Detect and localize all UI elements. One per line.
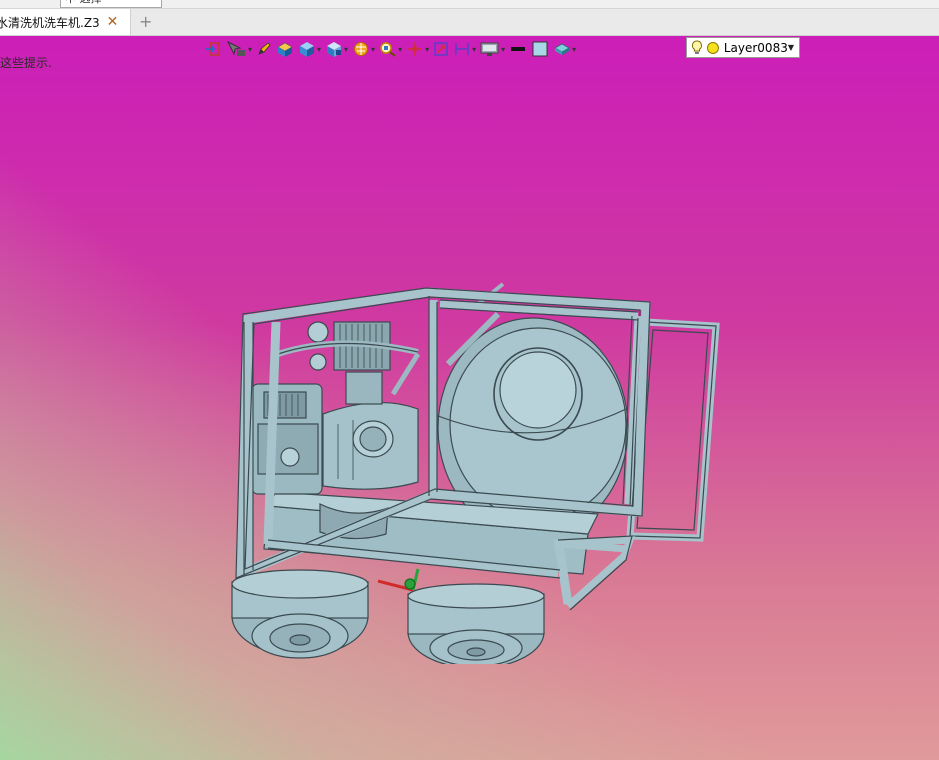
chevron-down-icon[interactable]: ▾: [425, 45, 429, 54]
lightbulb-icon[interactable]: [691, 40, 703, 56]
chevron-down-icon[interactable]: ▾: [398, 45, 402, 54]
chevron-down-icon[interactable]: ▾: [472, 45, 476, 54]
pan-icon[interactable]: ▾: [406, 39, 429, 59]
selection-filter-combo[interactable]: 中 选择: [60, 0, 162, 8]
chevron-down-icon[interactable]: ▾: [572, 45, 576, 54]
chevron-down-icon[interactable]: ▾: [317, 45, 321, 54]
document-tab[interactable]: 水清洗机洗车机.Z3 ✕: [0, 9, 131, 35]
pencil-icon[interactable]: [256, 39, 272, 59]
fill-color-swatch[interactable]: [531, 39, 549, 59]
pointer-filter-icon[interactable]: ▾: [225, 39, 252, 59]
section-cube-icon[interactable]: ▾: [325, 39, 348, 59]
layer-selector[interactable]: Layer0083 ▼: [686, 37, 800, 58]
document-tab-bar: 水清洗机洗车机.Z3 ✕ +: [0, 9, 939, 36]
shaded-cube-icon[interactable]: ▾: [298, 39, 321, 59]
part-icon[interactable]: ▾: [553, 39, 576, 59]
top-toolbar-strip: 中 选择: [0, 0, 939, 9]
layer-name: Layer0083: [723, 40, 788, 55]
graphics-viewport[interactable]: 这些提示. ▾ ▾ ▾ ▾ ▾ ▾ ▾ ▾ ▾ Layer0083 ▼: [0, 36, 939, 760]
chevron-down-icon[interactable]: ▾: [371, 45, 375, 54]
document-tab-label: 水清洗机洗车机.Z3: [0, 15, 100, 30]
display-icon[interactable]: ▾: [480, 39, 505, 59]
rotate-icon[interactable]: [433, 39, 449, 59]
new-tab-plus-icon[interactable]: +: [139, 12, 152, 31]
chevron-down-icon[interactable]: ▾: [344, 45, 348, 54]
chevron-down-icon[interactable]: ▼: [788, 43, 794, 52]
line-color-swatch[interactable]: [509, 39, 527, 59]
measure-icon[interactable]: ▾: [453, 39, 476, 59]
close-icon[interactable]: ✕: [107, 14, 119, 30]
view-box-icon[interactable]: [276, 39, 294, 59]
render-mode-icon[interactable]: ▾: [352, 39, 375, 59]
view-toolbar: ▾ ▾ ▾ ▾ ▾ ▾ ▾ ▾ ▾: [205, 38, 580, 60]
chevron-down-icon[interactable]: ▾: [248, 45, 252, 54]
pressure-washer-3d-model[interactable]: [228, 244, 728, 664]
zoom-icon[interactable]: ▾: [379, 39, 402, 59]
prompt-hint: 这些提示.: [0, 56, 52, 70]
chevron-down-icon[interactable]: ▾: [501, 45, 505, 54]
layer-color-dot-icon: [706, 41, 719, 54]
import-icon[interactable]: [205, 39, 221, 59]
